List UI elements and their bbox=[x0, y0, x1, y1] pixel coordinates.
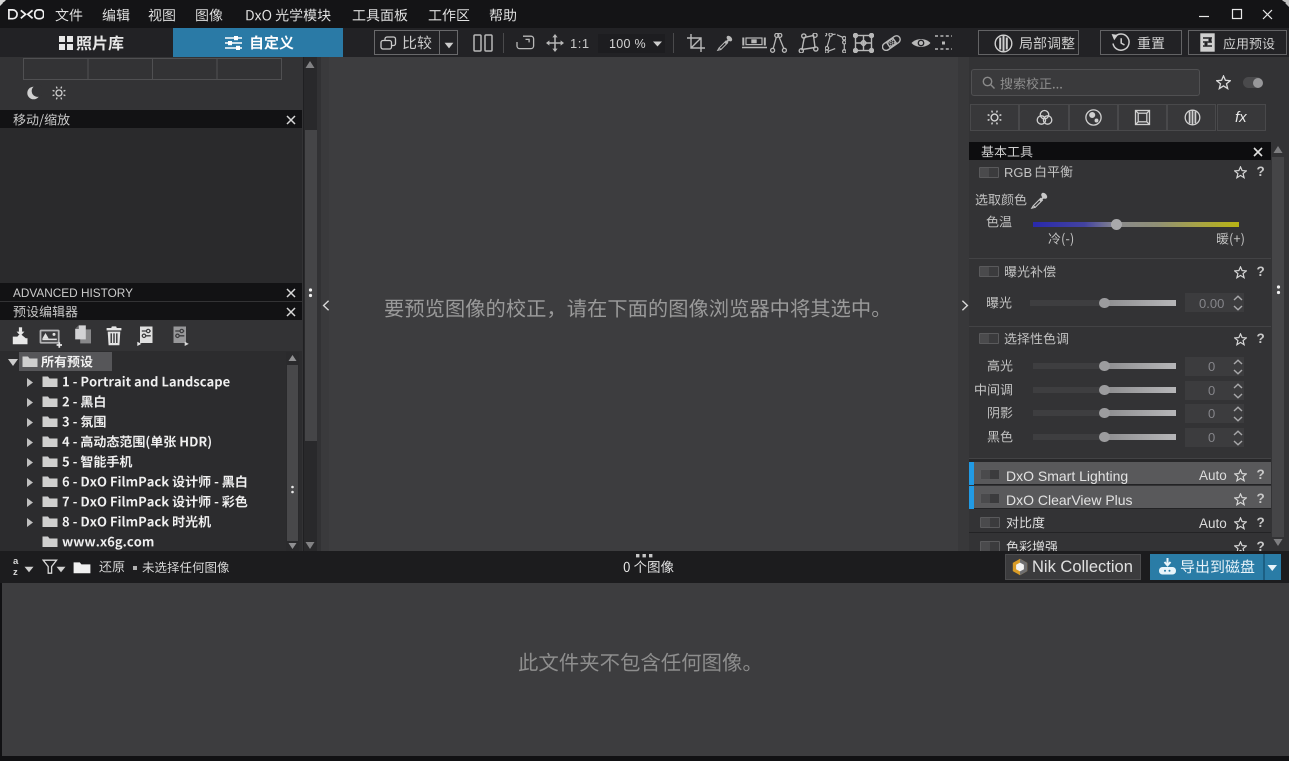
svg-text:fx: fx bbox=[1235, 109, 1247, 126]
